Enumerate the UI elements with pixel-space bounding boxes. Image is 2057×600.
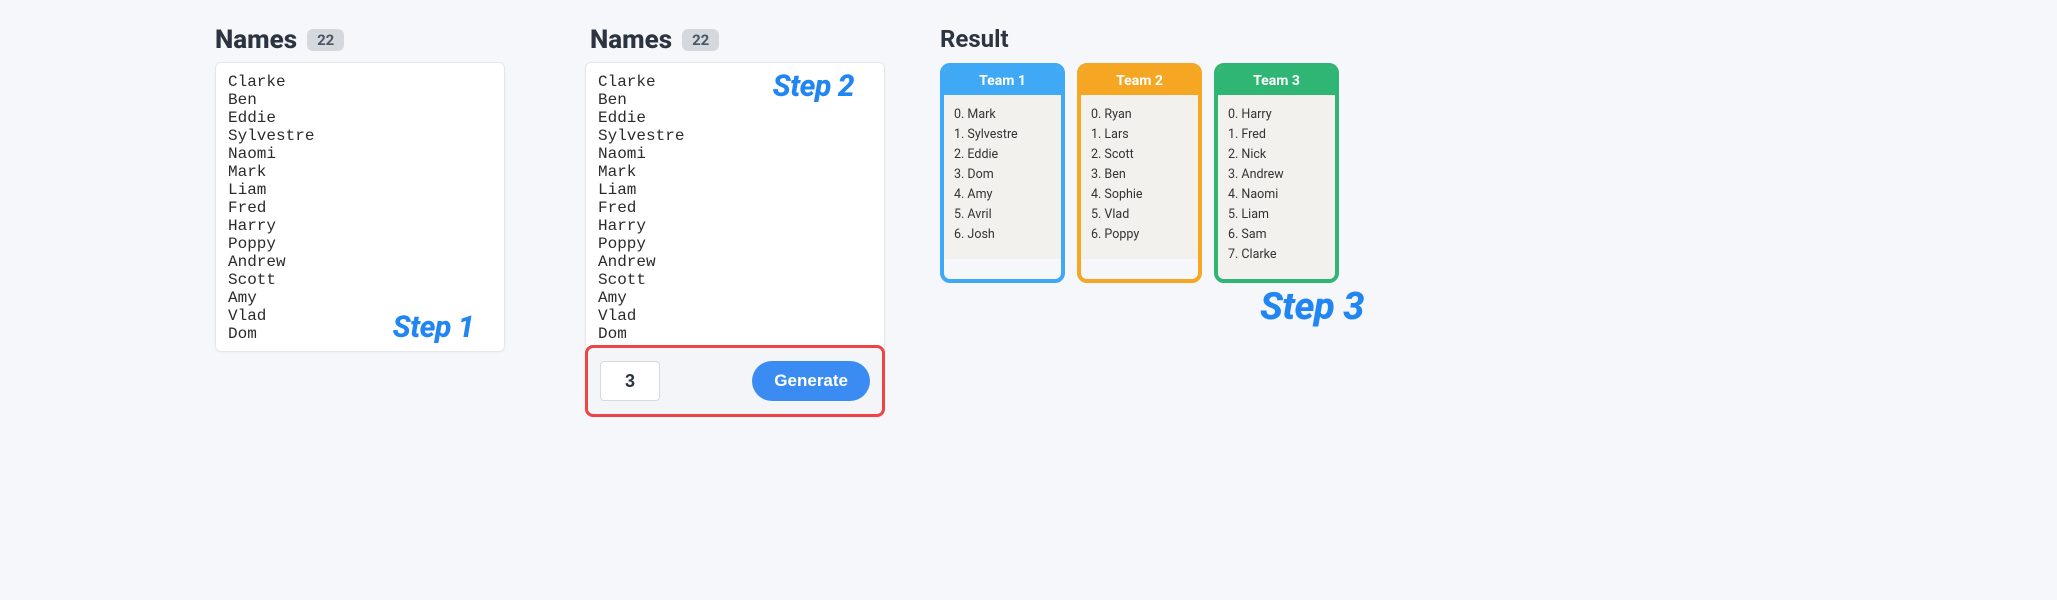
names-panel-step1: ClarkeBenEddieSylvestreNaomiMarkLiamFred…: [215, 62, 505, 352]
team-name: Team 3: [1218, 67, 1335, 95]
name-row: Andrew: [228, 253, 492, 271]
team-members: 0. Harry1. Fred2. Nick3. Andrew4. Naomi5…: [1218, 95, 1335, 279]
team-member: 3. Ben: [1091, 165, 1188, 185]
name-row: Scott: [228, 271, 492, 289]
names-heading-step2: Names 22: [590, 25, 719, 55]
step1-label: Step 1: [393, 310, 474, 345]
name-row: Amy: [598, 289, 872, 307]
name-row: Vlad: [598, 307, 872, 325]
name-row: Amy: [228, 289, 492, 307]
team-card: Team 30. Harry1. Fred2. Nick3. Andrew4. …: [1214, 63, 1339, 283]
name-row: Mark: [228, 163, 492, 181]
names-textarea-step1[interactable]: ClarkeBenEddieSylvestreNaomiMarkLiamFred…: [222, 69, 498, 345]
name-row: Ben: [228, 91, 492, 109]
team-card: Team 10. Mark1. Sylvestre2. Eddie3. Dom4…: [940, 63, 1065, 283]
team-member: 1. Sylvestre: [954, 125, 1051, 145]
team-member: 3. Dom: [954, 165, 1051, 185]
name-row: Fred: [228, 199, 492, 217]
team-member: 7. Clarke: [1228, 245, 1325, 265]
name-row: Sylvestre: [228, 127, 492, 145]
team-name: Team 2: [1081, 67, 1198, 95]
team-count-input[interactable]: [600, 361, 660, 401]
name-row: Poppy: [598, 235, 872, 253]
name-row: Naomi: [228, 145, 492, 163]
team-member: 4. Amy: [954, 185, 1051, 205]
name-row: Scott: [598, 271, 872, 289]
team-member: 5. Avril: [954, 205, 1051, 225]
name-row: Sylvestre: [598, 127, 872, 145]
team-member: 2. Scott: [1091, 145, 1188, 165]
name-row: Harry: [228, 217, 492, 235]
names-title: Names: [215, 25, 297, 55]
team-member: 3. Andrew: [1228, 165, 1325, 185]
step2-label: Step 2: [773, 69, 854, 104]
name-row: Liam: [228, 181, 492, 199]
team-member: 5. Vlad: [1091, 205, 1188, 225]
team-member: 6. Josh: [954, 225, 1051, 245]
team-members: 0. Mark1. Sylvestre2. Eddie3. Dom4. Amy5…: [944, 95, 1061, 259]
name-row: Eddie: [598, 109, 872, 127]
result-title: Result: [940, 25, 1009, 53]
generate-button[interactable]: Generate: [752, 361, 870, 401]
step3-label: Step 3: [1260, 285, 1364, 329]
name-row: Naomi: [598, 145, 872, 163]
team-members: 0. Ryan1. Lars2. Scott3. Ben4. Sophie5. …: [1081, 95, 1198, 259]
generate-controls: Generate: [585, 345, 885, 417]
result-teams: Team 10. Mark1. Sylvestre2. Eddie3. Dom4…: [940, 63, 1339, 283]
names-count-badge: 22: [307, 29, 344, 51]
team-member: 6. Sam: [1228, 225, 1325, 245]
name-row: Fred: [598, 199, 872, 217]
team-member: 2. Eddie: [954, 145, 1051, 165]
names-count-badge: 22: [682, 29, 719, 51]
team-card: Team 20. Ryan1. Lars2. Scott3. Ben4. Sop…: [1077, 63, 1202, 283]
names-title: Names: [590, 25, 672, 55]
team-member: 1. Lars: [1091, 125, 1188, 145]
name-row: Dom: [598, 325, 872, 343]
name-row: Eddie: [228, 109, 492, 127]
name-row: Mark: [598, 163, 872, 181]
name-row: Poppy: [228, 235, 492, 253]
team-member: 2. Nick: [1228, 145, 1325, 165]
result-heading: Result: [940, 25, 1009, 53]
name-row: Harry: [598, 217, 872, 235]
name-row: Liam: [598, 181, 872, 199]
team-member: 4. Naomi: [1228, 185, 1325, 205]
name-row: Clarke: [228, 73, 492, 91]
team-member: 1. Fred: [1228, 125, 1325, 145]
team-member: 6. Poppy: [1091, 225, 1188, 245]
team-member: 0. Mark: [954, 105, 1051, 125]
team-name: Team 1: [944, 67, 1061, 95]
team-member: 0. Harry: [1228, 105, 1325, 125]
team-member: 0. Ryan: [1091, 105, 1188, 125]
name-row: Andrew: [598, 253, 872, 271]
names-heading-step1: Names 22: [215, 25, 344, 55]
team-member: 5. Liam: [1228, 205, 1325, 225]
team-member: 4. Sophie: [1091, 185, 1188, 205]
